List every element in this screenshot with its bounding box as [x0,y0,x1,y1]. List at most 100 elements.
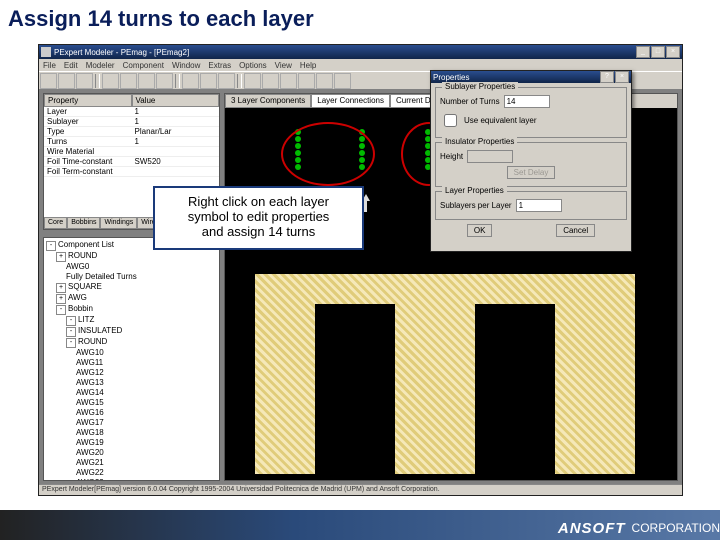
tool-button[interactable] [262,73,279,89]
prop-name: Foil Time-constant [44,157,132,167]
prop-value[interactable] [132,167,220,177]
propgrid-row[interactable]: Foil Time-constantSW520 [44,157,219,167]
footer-brand: ANSOFT CORPORATION [0,510,720,540]
prop-value[interactable]: SW520 [132,157,220,167]
propgrid-row[interactable]: TypePlanar/Lar [44,127,219,137]
tree-item[interactable]: AWG12 [76,368,217,378]
prop-value[interactable]: 1 [132,107,220,117]
tree-item[interactable]: AWG18 [76,428,217,438]
tool-button[interactable] [334,73,351,89]
toolbar-sep [237,74,242,88]
tree-expander[interactable]: - [46,241,56,251]
tree-item[interactable]: AWG16 [76,408,217,418]
menu-window[interactable]: Window [172,61,200,70]
tool-button[interactable] [58,73,75,89]
tree-item[interactable]: AWG11 [76,358,217,368]
tool-button[interactable] [182,73,199,89]
tree-item[interactable]: AWG23 [76,478,217,481]
slide-title: Assign 14 turns to each layer [8,6,720,32]
tree-expander[interactable]: - [66,338,76,348]
prop-value[interactable]: 1 [132,137,220,147]
propgrid-header: Property Value [44,94,219,107]
tool-button[interactable] [40,73,57,89]
menu-edit[interactable]: Edit [64,61,78,70]
tree-item[interactable]: -Bobbin [56,304,217,315]
tree-item[interactable]: -ROUND [66,337,217,348]
tree-item[interactable]: -INSULATED [66,326,217,337]
tree-item[interactable]: +ROUND [56,251,217,262]
prop-value[interactable]: 1 [132,117,220,127]
tree-expander[interactable]: + [56,283,66,293]
menu-modeler[interactable]: Modeler [86,61,115,70]
tool-button[interactable] [298,73,315,89]
tree-item[interactable]: AWG20 [76,448,217,458]
tree-item[interactable]: -LITZ [66,315,217,326]
propgrid-row[interactable]: Layer1 [44,107,219,117]
tree-expander[interactable]: + [56,294,66,304]
tool-button[interactable] [102,73,119,89]
use-equivalent-checkbox[interactable] [444,114,457,127]
tree-expander[interactable]: - [66,316,76,326]
tree-item[interactable]: +SQUARE [56,282,217,293]
app-titlebar[interactable]: PExpert Modeler - PEmag - [PEmag2] _ □ × [39,45,682,59]
group-title: Layer Properties [442,186,507,195]
propgrid-col0: Property [44,94,132,107]
prop-value[interactable] [132,147,220,157]
menu-extras[interactable]: Extras [208,61,231,70]
tree-expander[interactable]: - [56,305,66,315]
prop-name: Sublayer [44,117,132,127]
tool-button[interactable] [280,73,297,89]
tree-expander[interactable]: - [66,327,76,337]
tool-button[interactable] [244,73,261,89]
component-tree[interactable]: -Component List+ROUNDAWG0Fully Detailed … [43,237,220,481]
propgrid-row[interactable]: Turns1 [44,137,219,147]
tool-button[interactable] [76,73,93,89]
dialog-help-button[interactable]: ? [600,71,614,83]
tool-button[interactable] [218,73,235,89]
tree-item[interactable]: AWG14 [76,388,217,398]
close-button[interactable]: × [666,46,680,58]
tree-item[interactable]: AWG19 [76,438,217,448]
tree-item[interactable]: AWG13 [76,378,217,388]
tree-item[interactable]: AWG10 [76,348,217,358]
tree-item[interactable]: AWG22 [76,468,217,478]
tool-button[interactable] [138,73,155,89]
sublayers-input[interactable] [516,199,562,212]
tree-item[interactable]: AWG15 [76,398,217,408]
tool-button[interactable] [200,73,217,89]
tree-item[interactable]: +AWG [56,293,217,304]
prop-value[interactable]: Planar/Lar [132,127,220,137]
maximize-button[interactable]: □ [651,46,665,58]
properties-dialog[interactable]: Properties ? × Sublayer Properties Numbe… [430,70,632,252]
tab-layer-components[interactable]: 3 Layer Components [225,94,311,108]
tree-item[interactable]: Fully Detailed Turns [66,272,217,282]
dialog-close-button[interactable]: × [615,71,629,83]
tab-windings[interactable]: Windings [100,217,137,229]
prop-name: Wire Material [44,147,132,157]
tool-button[interactable] [156,73,173,89]
menu-file[interactable]: File [43,61,56,70]
menu-help[interactable]: Help [300,61,316,70]
propgrid-row[interactable]: Sublayer1 [44,117,219,127]
menu-component[interactable]: Component [123,61,164,70]
brand-name: ANSOFT [558,520,626,537]
cancel-button[interactable]: Cancel [556,224,595,237]
ok-button[interactable]: OK [467,224,493,237]
turns-label: Number of Turns [440,97,500,106]
tab-core[interactable]: Core [44,217,67,229]
tab-layer-connections[interactable]: Layer Connections [311,94,390,108]
tree-item[interactable]: AWG21 [76,458,217,468]
tree-item[interactable]: AWG17 [76,418,217,428]
tab-bobbins[interactable]: Bobbins [67,217,100,229]
minimize-button[interactable]: _ [636,46,650,58]
tree-item[interactable]: AWG0 [66,262,217,272]
tree-expander[interactable]: + [56,252,66,262]
statusbar: PExpert Modeler[PEmag] version 6.0.04 Co… [39,484,682,495]
menu-view[interactable]: View [275,61,292,70]
turns-input[interactable] [504,95,550,108]
menu-options[interactable]: Options [239,61,267,70]
tool-button[interactable] [316,73,333,89]
propgrid-row[interactable]: Wire Material [44,147,219,157]
tool-button[interactable] [120,73,137,89]
propgrid-row[interactable]: Foil Term-constant [44,167,219,177]
